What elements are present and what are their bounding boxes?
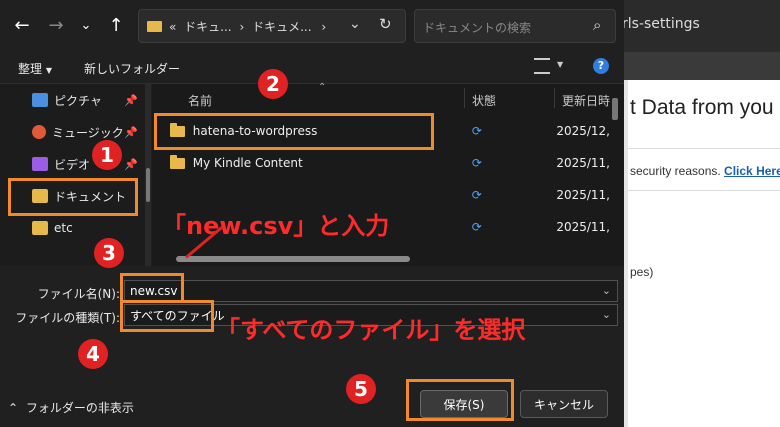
nav-item-etc[interactable]: etc bbox=[10, 214, 138, 242]
view-options-icon[interactable] bbox=[534, 58, 550, 74]
history-chevron-down-icon[interactable]: ⌄ bbox=[349, 16, 361, 32]
divider bbox=[628, 148, 780, 149]
vertical-scrollbar-thumb[interactable] bbox=[612, 98, 618, 120]
sort-chevron-up-icon: ⌃ bbox=[318, 82, 327, 93]
pin-icon: 📌 bbox=[124, 157, 138, 171]
forward-arrow-icon[interactable]: → bbox=[44, 14, 68, 38]
folder-icon bbox=[170, 154, 185, 169]
back-arrow-icon[interactable]: ← bbox=[10, 14, 34, 38]
highlight-documents bbox=[8, 178, 138, 216]
annotation-select-instruction: 「すべてのファイル」を選択 bbox=[216, 316, 526, 344]
new-folder-button[interactable]: 新しいフォルダー bbox=[84, 60, 180, 77]
chevron-down-icon[interactable]: ⌄ bbox=[602, 308, 611, 321]
step-number-4: 4 bbox=[78, 339, 108, 369]
step-number-3: 3 bbox=[94, 238, 124, 268]
sync-icon: ⟳ bbox=[471, 124, 482, 138]
page-heading: t Data from you bbox=[630, 96, 774, 119]
security-notice: security reasons. Click Here bbox=[630, 164, 780, 178]
search-input[interactable]: ドキュメントの検索 ⌕ bbox=[414, 9, 616, 43]
horizontal-scrollbar-thumb[interactable] bbox=[176, 256, 410, 262]
help-icon[interactable]: ? bbox=[593, 58, 609, 74]
click-here-link[interactable]: Click Here bbox=[724, 164, 780, 178]
nav-scrollbar-thumb[interactable] bbox=[146, 168, 150, 202]
highlight-filename bbox=[120, 273, 184, 303]
chevron-up-icon: ⌃ bbox=[8, 401, 19, 415]
filename-label: ファイル名(N): bbox=[37, 287, 120, 301]
highlight-save bbox=[406, 379, 514, 421]
music-icon bbox=[32, 125, 46, 139]
filetype-label: ファイルの種類(T): bbox=[15, 311, 120, 325]
sync-icon: ⟳ bbox=[471, 220, 482, 234]
divider bbox=[628, 190, 780, 191]
view-dropdown-icon[interactable]: ▼ bbox=[557, 60, 563, 69]
pin-icon: 📌 bbox=[124, 125, 138, 139]
dropdown-triangle-icon: ▼ bbox=[45, 66, 52, 75]
recent-chevron-down-icon[interactable]: ⌄ bbox=[74, 14, 98, 38]
search-icon: ⌕ bbox=[593, 16, 602, 34]
column-separator[interactable] bbox=[554, 88, 555, 108]
breadcrumb: « ドキュ... › ドキュメ... › bbox=[169, 20, 327, 34]
column-separator[interactable] bbox=[464, 88, 465, 108]
column-header-date[interactable]: 更新日時 bbox=[562, 92, 610, 109]
pin-icon: 📌 bbox=[124, 93, 138, 107]
annotation-input-instruction: 「new.csv」と入力 bbox=[162, 212, 390, 240]
step-number-2: 2 bbox=[258, 69, 288, 99]
up-arrow-icon[interactable]: ↑ bbox=[104, 14, 128, 38]
address-bar[interactable]: « ドキュ... › ドキュメ... › ⌄ ↻ bbox=[138, 9, 406, 43]
sync-icon: ⟳ bbox=[471, 156, 482, 170]
video-icon bbox=[32, 157, 48, 171]
chevron-down-icon[interactable]: ⌄ bbox=[602, 284, 611, 297]
highlight-filetype bbox=[120, 300, 214, 332]
background-browser-window: rls-settings t Data from you security re… bbox=[620, 0, 780, 427]
breadcrumb-chevron-icon: › bbox=[321, 20, 327, 34]
browser-toolbar bbox=[620, 52, 780, 80]
pictures-icon bbox=[32, 93, 48, 107]
list-item[interactable]: My Kindle Content ⟳ 2025/11, bbox=[170, 148, 610, 178]
highlight-folder bbox=[154, 113, 434, 150]
step-number-1: 1 bbox=[92, 140, 122, 170]
folder-icon bbox=[32, 221, 48, 235]
sync-icon: ⟳ bbox=[471, 188, 482, 202]
column-header-status[interactable]: 状態 bbox=[472, 92, 496, 109]
breadcrumb-segment[interactable]: ドキュ... bbox=[184, 20, 231, 34]
nav-item-music[interactable]: ミュージック 📌 bbox=[10, 118, 138, 146]
folder-icon bbox=[147, 21, 162, 32]
step-number-5: 5 bbox=[346, 374, 376, 404]
filename-input[interactable]: new.csv ⌄ bbox=[124, 280, 618, 302]
organize-menu[interactable]: 整理 ▼ bbox=[18, 60, 52, 77]
browser-tab[interactable]: rls-settings bbox=[620, 0, 780, 52]
nav-item-pictures[interactable]: ピクチャ 📌 bbox=[10, 86, 138, 114]
cancel-button[interactable]: キャンセル bbox=[520, 390, 608, 418]
breadcrumb-chevron-icon: › bbox=[239, 20, 245, 34]
hide-folders-toggle[interactable]: ⌃ フォルダーの非表示 bbox=[8, 399, 134, 416]
refresh-icon[interactable]: ↻ bbox=[379, 15, 392, 33]
text-fragment: pes) bbox=[630, 265, 654, 279]
column-header-name[interactable]: 名前 bbox=[188, 92, 212, 109]
breadcrumb-segment[interactable]: ドキュメ... bbox=[252, 20, 311, 34]
